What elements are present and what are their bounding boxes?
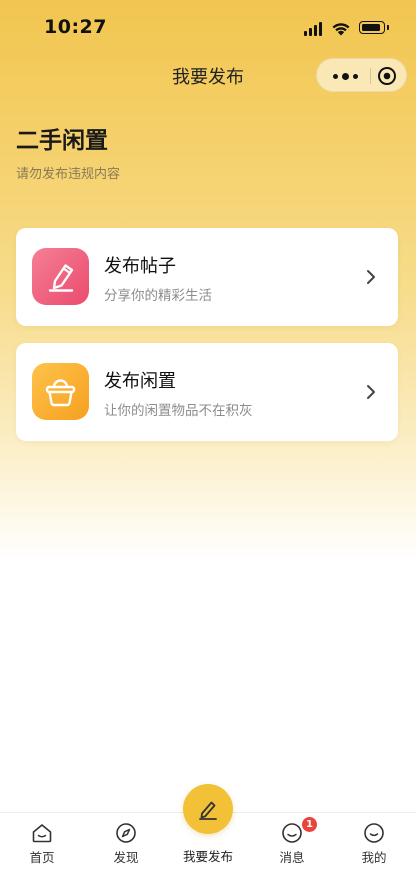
post-item-card[interactable]: 发布闲置 让你的闲置物品不在积灰	[16, 343, 398, 441]
status-bar: 10:27	[0, 0, 416, 56]
tab-label: 首页	[29, 850, 55, 865]
chevron-right-icon	[366, 384, 376, 400]
unread-badge: 1	[302, 817, 317, 832]
tab-label: 发现	[113, 850, 139, 865]
tab-label: 我要发布	[182, 849, 233, 864]
cellular-signal-icon	[304, 22, 324, 36]
wifi-icon	[331, 20, 351, 36]
page-title: 二手闲置	[16, 128, 108, 154]
mini-program-capsule	[316, 58, 407, 92]
card-description: 分享你的精彩生活	[104, 288, 212, 304]
tab-label: 消息	[279, 850, 305, 865]
post-thread-card[interactable]: 发布帖子 分享你的精彩生活	[16, 228, 398, 326]
tab-messages[interactable]: 1 消息	[257, 813, 327, 872]
home-icon	[31, 822, 53, 844]
card-title: 发布帖子	[104, 256, 176, 277]
chevron-right-icon	[366, 269, 376, 285]
more-icon[interactable]	[328, 63, 362, 89]
chat-icon	[281, 822, 303, 844]
tab-post[interactable]: 我要发布	[168, 784, 248, 871]
tab-mine[interactable]: 我的	[339, 813, 409, 872]
basket-icon	[32, 363, 89, 420]
capsule-divider	[370, 68, 371, 84]
tab-discover[interactable]: 发现	[91, 813, 161, 872]
card-title: 发布闲置	[104, 371, 176, 392]
battery-icon	[359, 21, 389, 34]
tab-home[interactable]: 首页	[7, 813, 77, 872]
page-subtitle: 请勿发布违规内容	[16, 167, 121, 182]
status-time: 10:27	[44, 16, 107, 38]
compass-icon	[115, 822, 137, 844]
tab-label: 我的	[361, 850, 387, 865]
target-icon[interactable]	[377, 66, 397, 86]
edit-icon	[32, 248, 89, 305]
pencil-icon	[183, 784, 233, 834]
profile-icon	[363, 822, 385, 844]
card-description: 让你的闲置物品不在积灰	[104, 403, 253, 419]
